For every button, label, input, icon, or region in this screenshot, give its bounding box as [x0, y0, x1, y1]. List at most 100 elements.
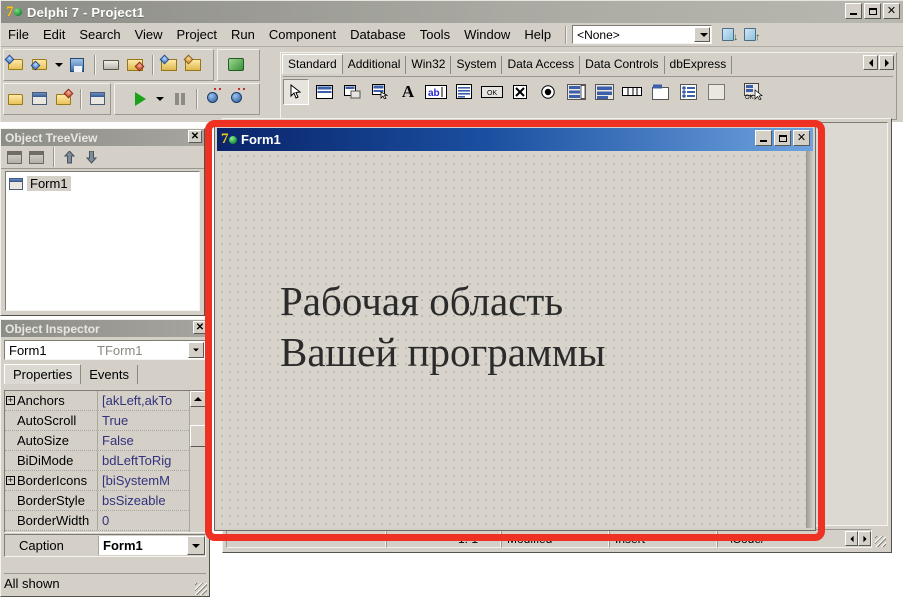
popupmenu-icon[interactable] — [367, 79, 393, 105]
property-grid[interactable]: + Anchors [akLeft,akTo AutoScroll True A… — [4, 390, 206, 533]
run-icon[interactable] — [129, 88, 151, 110]
palette-tab-win32[interactable]: Win32 — [406, 56, 452, 74]
palette-scroll-right-button[interactable] — [879, 55, 894, 70]
editor-tab-prev-button[interactable] — [845, 531, 858, 546]
table-row[interactable]: AutoSize False — [5, 431, 205, 451]
menu-item-view[interactable]: View — [128, 25, 170, 44]
expand-icon[interactable]: + — [6, 396, 15, 405]
new-icon[interactable] — [4, 54, 27, 76]
scrollbar-icon[interactable] — [619, 79, 645, 105]
listbox-icon[interactable] — [563, 79, 589, 105]
close-button[interactable]: ✕ — [883, 3, 900, 19]
property-grid-scrollbar[interactable] — [189, 391, 205, 532]
button-icon[interactable]: OK — [479, 79, 505, 105]
trace-into-icon[interactable] — [203, 88, 225, 110]
open-project-icon[interactable] — [125, 54, 147, 76]
table-row[interactable]: + BorderIcons [biSystemM — [5, 471, 205, 491]
menu-item-edit[interactable]: Edit — [36, 25, 72, 44]
form-maximize-button[interactable] — [774, 130, 791, 146]
palette-scroll-left-button[interactable] — [863, 55, 878, 70]
chevron-down-icon[interactable] — [187, 536, 205, 555]
open-icon[interactable] — [29, 54, 51, 76]
table-row[interactable]: BorderWidth 0 — [5, 511, 205, 531]
minimize-button[interactable] — [845, 3, 862, 19]
tab-events[interactable]: Events — [81, 365, 138, 384]
toggle-form-unit-icon[interactable] — [53, 88, 75, 110]
object-treeview-tree[interactable]: Form1 — [5, 171, 200, 311]
menu-item-search[interactable]: Search — [72, 25, 127, 44]
object-selector-combo[interactable]: Form1 TForm1 — [4, 340, 206, 360]
new-item-icon[interactable] — [5, 148, 25, 167]
scrollbar-thumb[interactable] — [190, 425, 205, 447]
palette-tab-system[interactable]: System — [451, 56, 503, 74]
palette-tab-dbexpress[interactable]: dbExpress — [664, 56, 733, 74]
property-row-caption-editing[interactable]: Caption Form1 — [4, 534, 206, 557]
editor-tab-next-button[interactable] — [858, 531, 871, 546]
palette-tab-data-controls[interactable]: Data Controls — [580, 56, 665, 74]
table-row[interactable]: AutoScroll True — [5, 411, 205, 431]
maximize-button[interactable] — [864, 3, 881, 19]
radiogroup-icon[interactable] — [675, 79, 701, 105]
table-row[interactable]: BorderStyle bsSizeable — [5, 491, 205, 511]
table-row[interactable]: BiDiMode bdLeftToRig — [5, 451, 205, 471]
chevron-down-icon[interactable] — [188, 342, 204, 358]
window-resize-grip[interactable] — [872, 529, 888, 548]
label-icon[interactable]: A — [395, 79, 421, 105]
palette-tab-additional[interactable]: Additional — [342, 56, 407, 74]
menu-item-window[interactable]: Window — [457, 25, 517, 44]
treeview-node-form1[interactable]: Form1 — [9, 176, 196, 191]
tab-properties[interactable]: Properties — [4, 364, 82, 384]
object-inspector-resize-grip[interactable] — [195, 583, 207, 595]
remove-from-project-icon[interactable] — [183, 54, 205, 76]
delete-item-icon[interactable] — [27, 148, 47, 167]
save-icon[interactable] — [67, 54, 89, 76]
menu-item-component[interactable]: Component — [262, 25, 343, 44]
memo-icon[interactable] — [451, 79, 477, 105]
run-dropdown-arrow[interactable] — [153, 88, 167, 110]
form-title-bar[interactable]: 7 Form1 ✕ — [217, 128, 813, 151]
form-close-button[interactable]: ✕ — [793, 130, 810, 146]
status-insert-mode[interactable]: Insert — [609, 529, 717, 548]
help-contents-icon[interactable] — [226, 54, 248, 76]
radiobutton-icon[interactable] — [535, 79, 561, 105]
property-value-input[interactable]: Form1 — [98, 536, 187, 555]
table-row[interactable]: + Anchors [akLeft,akTo — [5, 391, 205, 411]
mainmenu-icon[interactable] — [339, 79, 365, 105]
scroll-up-button[interactable] — [190, 391, 205, 407]
remove-unit-icon[interactable]: ↑ — [742, 26, 760, 44]
menu-item-run[interactable]: Run — [224, 25, 262, 44]
add-to-project-icon[interactable] — [159, 54, 181, 76]
menu-item-project[interactable]: Project — [170, 25, 224, 44]
object-inspector-close-button[interactable]: ✕ — [193, 321, 207, 334]
save-all-icon[interactable] — [101, 54, 123, 76]
pause-icon[interactable] — [169, 88, 191, 110]
move-down-icon[interactable] — [81, 148, 101, 167]
menu-item-help[interactable]: Help — [517, 25, 558, 44]
form-designer-window[interactable]: 7 Form1 ✕ Рабочая область Вашей программ… — [215, 126, 815, 530]
frames-icon[interactable] — [311, 79, 337, 105]
view-unit-icon[interactable] — [5, 88, 27, 110]
checkbox-icon[interactable] — [507, 79, 533, 105]
form-minimize-button[interactable] — [755, 130, 772, 146]
new-form-icon[interactable] — [87, 88, 109, 110]
active-project-combo[interactable]: <None> — [572, 25, 713, 44]
form-design-canvas[interactable]: Рабочая область Вашей программы — [217, 151, 813, 528]
combobox-icon[interactable] — [591, 79, 617, 105]
palette-tab-standard[interactable]: Standard — [282, 54, 343, 74]
move-up-icon[interactable] — [59, 148, 79, 167]
palette-tab-data-access[interactable]: Data Access — [502, 56, 581, 74]
open-dropdown-arrow[interactable] — [53, 54, 65, 76]
edit-icon[interactable]: ab — [423, 79, 449, 105]
actionlist-icon[interactable]: OK — [741, 79, 767, 105]
view-form-icon[interactable] — [29, 88, 51, 110]
step-over-icon[interactable] — [227, 88, 249, 110]
new-unit-icon[interactable]: ↓ — [720, 26, 738, 44]
groupbox-icon[interactable] — [647, 79, 673, 105]
object-treeview-close-button[interactable]: ✕ — [188, 130, 202, 143]
menu-item-file[interactable]: File — [1, 25, 36, 44]
panel-icon[interactable] — [703, 79, 729, 105]
menu-item-tools[interactable]: Tools — [413, 25, 457, 44]
editor-tab-code[interactable]: \Code/ — [723, 532, 764, 546]
pointer-tool-icon[interactable] — [283, 78, 309, 105]
menu-item-database[interactable]: Database — [343, 25, 413, 44]
